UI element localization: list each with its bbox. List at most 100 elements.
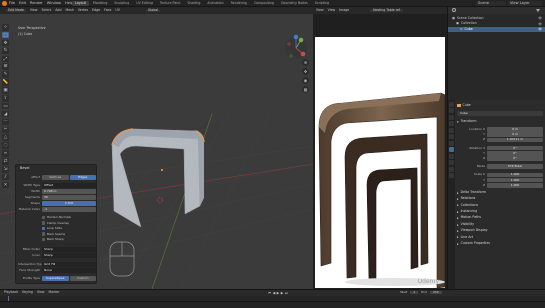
image-name-field[interactable]: Nesting Table ref <box>370 8 403 13</box>
properties-tab-icon[interactable] <box>449 108 454 113</box>
visibility-eye-icon[interactable]: 👁 <box>538 22 542 26</box>
properties-tab-icon[interactable] <box>449 140 454 146</box>
zoom-icon[interactable]: ⊕ <box>302 59 309 66</box>
rotate-icon[interactable]: ↻ <box>2 47 9 55</box>
annotate-icon[interactable]: ✎ <box>2 71 9 78</box>
intersection-dropdown[interactable]: Grid Fill <box>42 262 96 267</box>
transform-section-header[interactable]: ▾ Transform <box>457 119 543 124</box>
mode-selector[interactable]: Edit Mode <box>6 8 26 13</box>
outliner-item[interactable]: ▽ Cube 👁 <box>448 27 545 32</box>
scale-icon[interactable]: ⤢ <box>2 55 9 63</box>
segments-field[interactable]: 30 <box>42 195 96 200</box>
affect-edges[interactable]: Edges <box>69 175 96 180</box>
profile-custom[interactable]: Custom <box>69 276 96 281</box>
view-layer-selector[interactable]: View Layer <box>508 1 542 6</box>
transform-value-field[interactable]: XYZ Euler <box>487 164 543 169</box>
next-key-icon[interactable]: ▶ <box>281 291 284 295</box>
properties-tab-icon[interactable] <box>449 166 454 172</box>
properties-tab-icon[interactable] <box>449 121 454 126</box>
transform-value-field[interactable]: 1.000 <box>487 183 543 188</box>
section-motion-paths[interactable]: ▸ Motion Paths <box>457 216 543 221</box>
section-collections[interactable]: ▸ Collections <box>457 203 543 208</box>
operator-title[interactable]: Bevel <box>20 166 29 170</box>
smooth-icon[interactable]: ≈ <box>2 150 9 157</box>
transform-value-field[interactable]: 0° <box>487 151 543 156</box>
inset-icon[interactable]: ▭ <box>2 102 9 110</box>
tab-scripting[interactable]: Scripting <box>312 1 332 6</box>
timeline-menu-marker[interactable]: Marker <box>49 291 60 295</box>
bevel-icon[interactable]: ◢ <box>2 110 9 118</box>
viewport-menu-select[interactable]: Select <box>41 8 51 13</box>
tab-animation[interactable]: Animation <box>204 1 226 6</box>
end-frame-field[interactable]: 250 <box>429 291 442 294</box>
shear-icon[interactable]: ⫽ <box>2 173 9 181</box>
face-strength-dropdown[interactable]: None <box>42 268 96 273</box>
miter-outer-dropdown[interactable]: Sharp <box>42 247 96 252</box>
tab-shading[interactable]: Shading <box>184 1 203 6</box>
3d-viewport[interactable]: Edit Mode View Select Add Mesh Vertex Edge Fac… <box>0 7 313 289</box>
viewport-menu-add[interactable]: Add <box>55 8 61 13</box>
cursor-icon[interactable]: ⊹ <box>2 24 9 31</box>
timeline-menu-keying[interactable]: Keying <box>22 291 33 295</box>
width-field[interactable]: 0.798 m <box>42 189 96 194</box>
transform-value-field[interactable]: 0 m <box>487 132 543 137</box>
section-instancing[interactable]: ▸ Instancing <box>457 209 543 214</box>
visibility-eye-icon[interactable]: 👁 <box>538 17 542 20</box>
add-cube-icon[interactable]: ▣ <box>2 87 9 94</box>
tab-compositing[interactable]: Compositing <box>251 1 277 6</box>
object-name-field[interactable]: Cube <box>457 111 543 116</box>
knife-icon[interactable]: ✂ <box>2 126 9 134</box>
viewport-menu-edge[interactable]: Edge <box>92 8 100 13</box>
scene-selector[interactable]: Scene <box>476 1 506 6</box>
shape-field[interactable]: 0.500 <box>42 201 96 206</box>
section-visibility[interactable]: ▸ Visibility <box>457 222 543 227</box>
play-icon[interactable]: ▶ <box>277 291 280 295</box>
outliner-item[interactable]: ▣ Scene Collection 👁 <box>448 16 545 21</box>
menu-file[interactable]: File <box>9 1 15 6</box>
timeline-menu-view[interactable]: View <box>37 291 45 295</box>
properties-tab-icon[interactable] <box>449 134 454 139</box>
tab-texture-paint[interactable]: Texture Paint <box>157 1 184 6</box>
grid-view-icon[interactable]: ▦ <box>302 86 309 93</box>
transform-value-field[interactable]: 1.000 <box>487 177 543 183</box>
viewport-menu-vertex[interactable]: Vertex <box>78 8 88 13</box>
menu-render[interactable]: Render <box>30 1 43 6</box>
prev-key-icon[interactable]: ◀ <box>273 291 276 295</box>
menu-edit[interactable]: Edit <box>19 1 26 6</box>
image-menu-view-1[interactable]: View <box>328 8 336 13</box>
harden-normals-checkbox[interactable]: Harden Normals <box>42 216 71 220</box>
filter-icon[interactable] <box>536 8 540 12</box>
jump-end-icon[interactable]: ⏭ <box>285 291 288 295</box>
loop-cut-icon[interactable]: ⋯ <box>2 118 9 126</box>
properties-tab-icon[interactable] <box>449 173 454 178</box>
profile-superellipse[interactable]: Superellipse <box>42 276 69 281</box>
image-menu-view-0[interactable]: View <box>316 8 324 13</box>
properties-tab-icon[interactable] <box>449 101 454 107</box>
section-viewport-display[interactable]: ▸ Viewport Display <box>457 228 543 233</box>
shrink-icon[interactable]: ⇲ <box>2 166 9 173</box>
outliner-item[interactable]: ▣ Collection 👁 <box>448 22 545 27</box>
mark-sharp-checkbox[interactable]: Mark Sharp <box>42 238 64 242</box>
jump-start-icon[interactable]: ⏮ <box>268 291 271 295</box>
camera-icon[interactable]: ◉ <box>302 77 309 84</box>
loop-slide-checkbox[interactable]: Loop Slide <box>42 227 62 231</box>
rip-icon[interactable]: ✕ <box>2 181 9 189</box>
properties-tab-icon[interactable] <box>449 114 454 120</box>
image-menu-image-2[interactable]: Image <box>339 8 349 13</box>
start-frame-field[interactable]: 1 <box>410 291 419 294</box>
poly-build-icon[interactable]: △ <box>2 134 9 141</box>
tab-geometry-nodes[interactable]: Geometry Nodes <box>278 1 311 6</box>
blender-logo-icon[interactable] <box>2 1 7 6</box>
move-icon[interactable]: ✥ <box>2 39 9 47</box>
tab-rendering[interactable]: Rendering <box>228 1 250 6</box>
properties-tab-icon[interactable] <box>449 153 454 159</box>
inner-dropdown[interactable]: Sharp <box>42 253 96 258</box>
tab-uv-editing[interactable]: UV Editing <box>133 1 156 6</box>
select-box-icon[interactable]: ⬚ <box>2 31 9 39</box>
properties-tab-icon[interactable] <box>449 147 454 152</box>
tab-sculpting[interactable]: Sculpting <box>111 1 132 6</box>
transform-value-field[interactable]: 1.000 <box>487 172 543 178</box>
measure-icon[interactable]: 📏 <box>2 79 9 86</box>
visibility-eye-icon[interactable]: 👁 <box>538 28 542 31</box>
edge-slide-icon[interactable]: ⇄ <box>2 158 9 165</box>
